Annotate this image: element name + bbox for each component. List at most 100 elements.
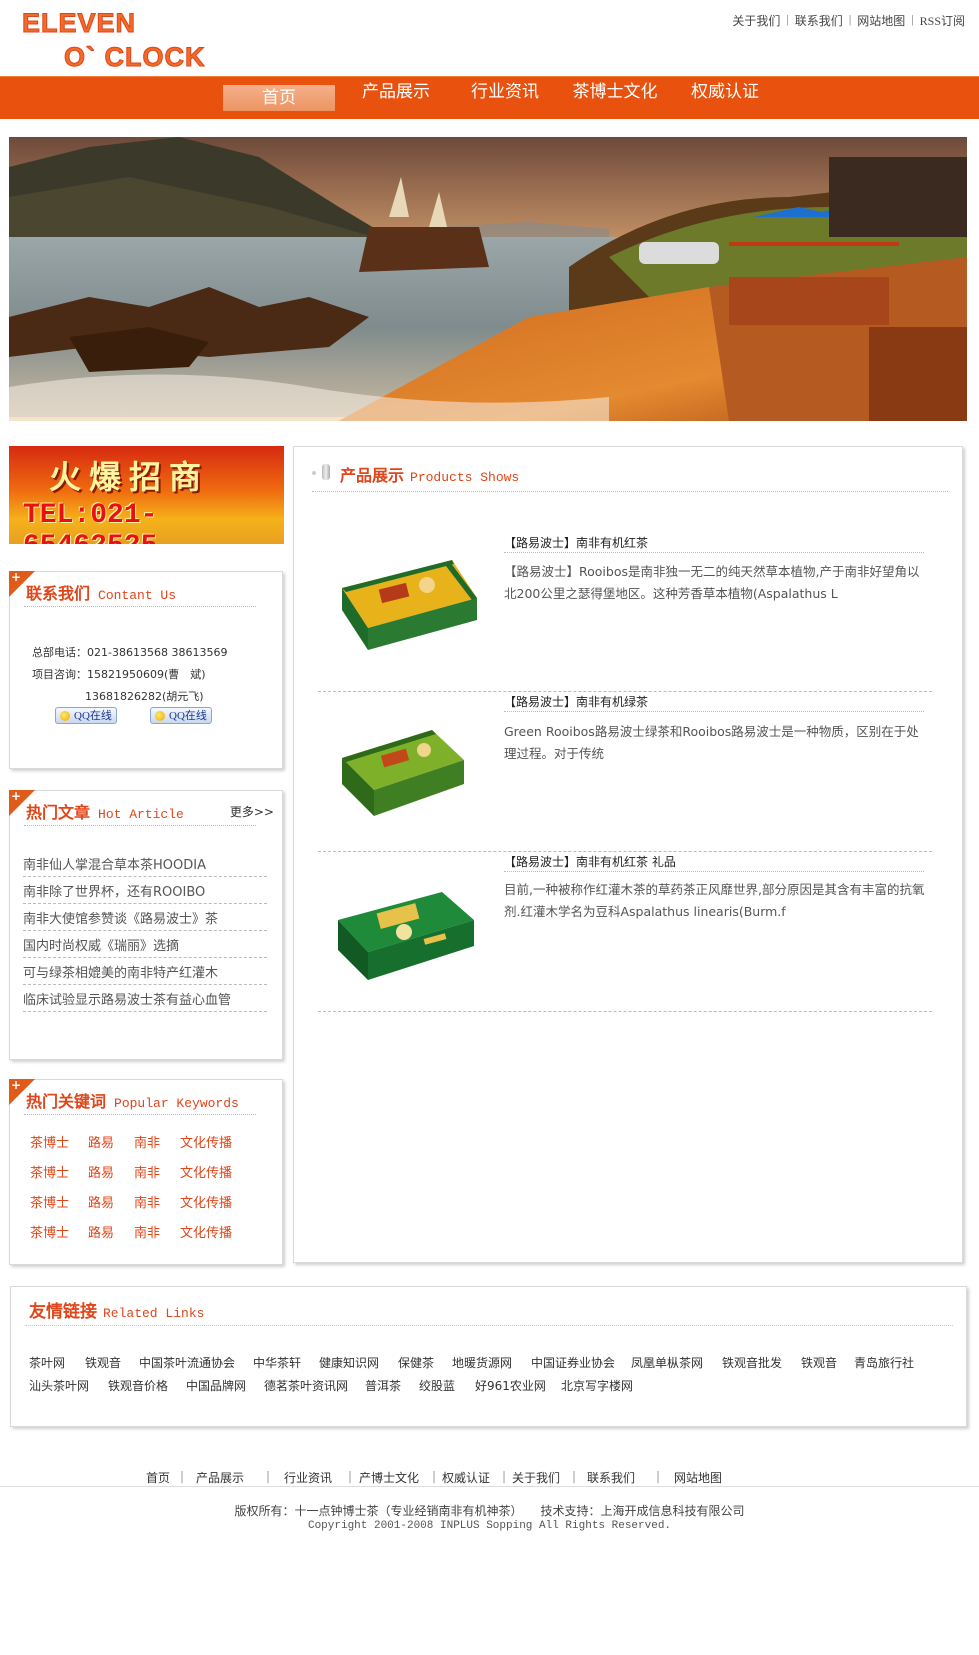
logo-line-2: O` CLOCK — [63, 42, 206, 73]
hot-article-item[interactable]: 南非除了世界杯，还有ROOIBO — [23, 881, 267, 904]
footer-copyright-en: Copyright 2001-2008 INPLUS Sopping All R… — [307, 1520, 672, 1532]
friend-link[interactable]: 绞股蓝 — [419, 1377, 455, 1394]
footer-divider — [0, 1486, 979, 1487]
keyword-link[interactable]: 路易 — [88, 1132, 114, 1151]
product-image-red-tea[interactable] — [332, 550, 482, 655]
promo-headline: 火爆招商 — [49, 458, 210, 496]
friend-link[interactable]: 中国证券业协会 — [531, 1354, 615, 1371]
products-panel: 产品展示 Products Shows 【路易波士】南非有机红茶 【路易波士】Ro… — [293, 446, 963, 1263]
friend-link[interactable]: 普洱茶 — [365, 1377, 401, 1394]
keyword-link[interactable]: 茶博士 — [30, 1222, 69, 1241]
product-description: Green Rooibos路易波士绿茶和Rooibos路易波士是一种物质，区别在… — [504, 724, 919, 761]
hot-article-item[interactable]: 可与绿茶相媲美的南非特产红灌木 — [23, 962, 267, 985]
keywords-title: 热门关键词 Popular Keywords — [26, 1092, 239, 1111]
logo-line-1: ELEVEN — [21, 8, 137, 39]
hot-article-item[interactable]: 临床试验显示路易波士茶有益心血管 — [23, 989, 267, 1012]
footer-nav-culture[interactable]: 产博士文化 — [359, 1469, 419, 1486]
main-nav: 首页 产品展示 行业资讯 茶博士文化 权威认证 — [0, 76, 979, 119]
nav-certification[interactable]: 权威认证 — [684, 77, 766, 119]
friend-link[interactable]: 地暖货源网 — [452, 1354, 512, 1371]
more-link[interactable]: 更多>> — [230, 803, 274, 820]
links-title: 友情链接 Related Links — [29, 1302, 205, 1322]
toplink-about[interactable]: 关于我们 — [732, 12, 780, 29]
friend-link[interactable]: 铁观音 — [85, 1354, 121, 1371]
contact-project: 项目咨询：15821950609(曹 斌) — [32, 668, 206, 681]
promo-banner[interactable]: 火爆招商 TEL:021-65462525 — [9, 446, 284, 544]
keyword-link[interactable]: 文化传播 — [180, 1162, 232, 1181]
hero-banner — [9, 137, 967, 421]
toplink-contact[interactable]: 联系我们 — [795, 12, 843, 29]
friend-link[interactable]: 好961农业网 — [475, 1377, 546, 1394]
divider — [318, 691, 932, 692]
keyword-link[interactable]: 南非 — [134, 1162, 160, 1181]
site-logo[interactable]: ELEVEN O` CLOCK — [21, 8, 222, 74]
product-description: 【路易波士】Rooibos是南非独一无二的纯天然草本植物,产于南非好望角以北20… — [504, 564, 920, 601]
product-name[interactable]: 【路易波士】南非有机红茶 — [504, 534, 648, 551]
friend-link[interactable]: 铁观音 — [801, 1354, 837, 1371]
product-description: 目前,一种被称作红灌木茶的草药茶正风靡世界,部分原因是其含有丰富的抗氧剂.红灌木… — [504, 882, 925, 919]
friend-link[interactable]: 铁观音批发 — [722, 1354, 782, 1371]
keyword-link[interactable]: 路易 — [88, 1222, 114, 1241]
keyword-link[interactable]: 南非 — [134, 1192, 160, 1211]
keyword-link[interactable]: 文化传播 — [180, 1222, 232, 1241]
footer-nav-products[interactable]: 产品展示 — [196, 1469, 244, 1486]
divider — [25, 1325, 953, 1326]
nav-home[interactable]: 首页 — [223, 85, 335, 111]
product-image-gift-tea[interactable] — [332, 880, 482, 985]
footer-nav-home[interactable]: 首页 — [146, 1469, 170, 1486]
promo-phone: TEL:021-65462525 — [23, 500, 158, 544]
nav-news[interactable]: 行业资讯 — [464, 77, 546, 119]
top-links: 关于我们 | 联系我们 | 网站地图 | RSS订阅 — [732, 12, 965, 29]
footer-nav-certification[interactable]: 权威认证 — [442, 1469, 490, 1486]
footer-nav-contact[interactable]: 联系我们 — [587, 1469, 635, 1486]
pill-icon — [322, 464, 330, 480]
friend-links-panel: 友情链接 Related Links 茶叶网 铁观音 中国茶叶流通协会 中华茶轩 … — [10, 1286, 967, 1427]
keyword-link[interactable]: 路易 — [88, 1162, 114, 1181]
contact-hq-phone: 总部电话：021-38613568 38613569 — [32, 646, 228, 659]
divider — [24, 1114, 256, 1115]
nav-products[interactable]: 产品展示 — [355, 77, 437, 119]
contact-title: 联系我们 Contant Us — [26, 584, 177, 603]
divider — [504, 552, 924, 553]
friend-link[interactable]: 健康知识网 — [319, 1354, 379, 1371]
friend-link[interactable]: 茶叶网 — [29, 1354, 65, 1371]
keyword-link[interactable]: 路易 — [88, 1192, 114, 1211]
keyword-link[interactable]: 文化传播 — [180, 1192, 232, 1211]
friend-link[interactable]: 凤凰单枞茶网 — [631, 1354, 703, 1371]
product-image-green-tea[interactable] — [332, 720, 482, 825]
friend-link[interactable]: 中华茶轩 — [253, 1354, 301, 1371]
hot-article-item[interactable]: 南非仙人掌混合草本茶HOODIA — [23, 854, 267, 877]
product-name[interactable]: 【路易波士】南非有机红茶 礼品 — [504, 853, 676, 870]
keyword-link[interactable]: 茶博士 — [30, 1162, 69, 1181]
toplink-rss[interactable]: RSS订阅 — [920, 12, 965, 29]
friend-link[interactable]: 中国茶叶流通协会 — [139, 1354, 235, 1371]
friend-link[interactable]: 中国品牌网 — [186, 1377, 246, 1394]
friend-link[interactable]: 德茗茶叶资讯网 — [264, 1377, 348, 1394]
footer-nav-news[interactable]: 行业资讯 — [284, 1469, 332, 1486]
footer-nav-about[interactable]: 关于我们 — [512, 1469, 560, 1486]
friend-link[interactable]: 汕头茶叶网 — [29, 1377, 89, 1394]
products-title: 产品展示 Products Shows — [340, 466, 520, 485]
keyword-link[interactable]: 南非 — [134, 1132, 160, 1151]
friend-link[interactable]: 北京写字楼网 — [561, 1377, 633, 1394]
friend-link[interactable]: 铁观音价格 — [108, 1377, 168, 1394]
divider — [504, 711, 924, 712]
toplink-sitemap[interactable]: 网站地图 — [857, 12, 905, 29]
contact-panel: + 联系我们 Contant Us 总部电话：021-38613568 38613… — [9, 570, 283, 769]
keyword-link[interactable]: 茶博士 — [30, 1192, 69, 1211]
qq-online-button-2[interactable]: QQ在线 — [150, 707, 212, 724]
nav-culture[interactable]: 茶博士文化 — [568, 77, 662, 119]
divider — [24, 606, 256, 607]
keyword-link[interactable]: 文化传播 — [180, 1132, 232, 1151]
hot-title: 热门文章 Hot Article — [26, 803, 184, 822]
friend-link[interactable]: 保健茶 — [398, 1354, 434, 1371]
hot-article-item[interactable]: 南非大使馆参赞谈《路易波士》茶 — [23, 908, 267, 931]
keyword-link[interactable]: 茶博士 — [30, 1132, 69, 1151]
hot-article-item[interactable]: 国内时尚权威《瑞丽》选摘 — [23, 935, 267, 958]
keyword-link[interactable]: 南非 — [134, 1222, 160, 1241]
footer-nav-sitemap[interactable]: 网站地图 — [674, 1469, 722, 1486]
hot-articles-panel: + 热门文章 Hot Article 更多>> 南非仙人掌混合草本茶HOODIA … — [9, 789, 283, 1060]
friend-link[interactable]: 青岛旅行社 — [854, 1354, 914, 1371]
qq-online-button-1[interactable]: QQ在线 — [55, 707, 117, 724]
product-name[interactable]: 【路易波士】南非有机绿茶 — [504, 693, 648, 710]
